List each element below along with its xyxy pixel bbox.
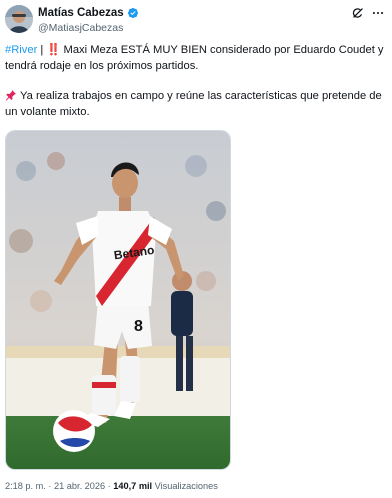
- avatar[interactable]: [5, 5, 33, 33]
- more-icon[interactable]: [371, 6, 385, 20]
- verified-badge-icon: [127, 7, 138, 19]
- tweet-text: #River | ‼️ Maxi Meza ESTÁ MUY BIEN cons…: [5, 42, 387, 120]
- tweet-paragraph-1: #River | ‼️ Maxi Meza ESTÁ MUY BIEN cons…: [5, 42, 387, 74]
- tweet-time[interactable]: 2:18 p. m.: [5, 481, 46, 491]
- hashtag-link[interactable]: #River: [5, 44, 37, 56]
- meta-dot: ·: [45, 481, 55, 491]
- author-names[interactable]: Matías Cabezas @MatiasjCabezas: [38, 6, 139, 34]
- grok-icon[interactable]: [351, 6, 365, 20]
- views-count: 140,7 mil: [113, 481, 153, 491]
- tweet-meta: 2:18 p. m. · 21 abr. 2026 · 140,7 mil Vi…: [5, 481, 218, 491]
- tweet-photo[interactable]: 8 Betano: [5, 130, 231, 470]
- shorts-number: 8: [134, 318, 143, 335]
- pushpin-icon: [5, 90, 16, 101]
- tweet-line1: Maxi Meza ESTÁ MUY BIEN considerado por …: [5, 44, 384, 72]
- display-name[interactable]: Matías Cabezas: [38, 7, 124, 19]
- author-handle[interactable]: @MatiasjCabezas: [38, 22, 139, 34]
- tweet-line2: Ya realiza trabajos en campo y reúne las…: [5, 90, 382, 118]
- tweet-date[interactable]: 21 abr. 2026: [54, 481, 105, 491]
- double-exclamation-emoji: ‼️: [46, 44, 61, 56]
- tweet-paragraph-2: Ya realiza trabajos en campo y reúne las…: [5, 88, 387, 120]
- views-label: Visualizaciones: [152, 481, 218, 491]
- tweet-header: Matías Cabezas @MatiasjCabezas: [5, 5, 387, 35]
